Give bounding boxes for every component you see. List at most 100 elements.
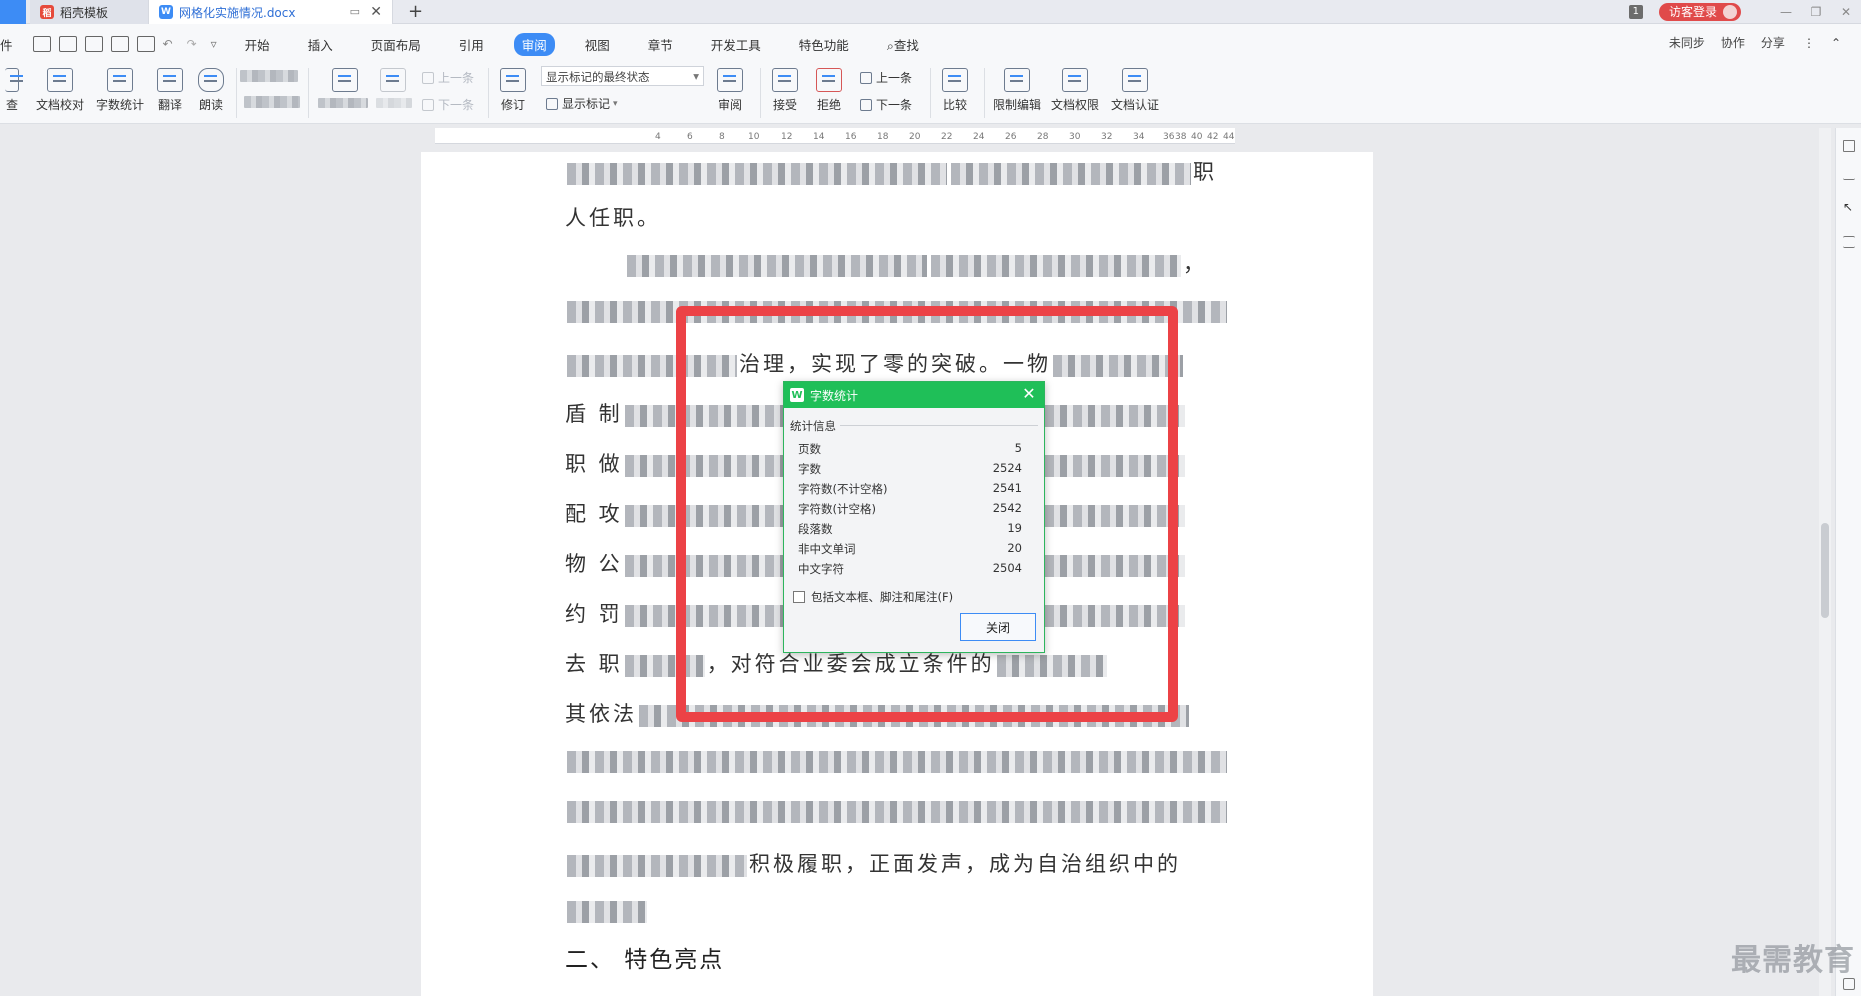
next-change-button[interactable]: 下一条: [860, 96, 912, 113]
pen-icon[interactable]: [1843, 168, 1855, 180]
ruler-tick: 38: [1175, 132, 1187, 142]
docer-icon: 稻: [40, 5, 54, 19]
redo-icon[interactable]: ↷: [187, 37, 197, 51]
button-label: 文档校对: [35, 98, 84, 112]
blurred-control: [376, 98, 412, 108]
ruler-tick: 36: [1163, 132, 1175, 142]
stat-value: 2524: [992, 461, 1022, 475]
share-button[interactable]: 分享: [1761, 34, 1785, 51]
ruler-tick: 4: [655, 132, 661, 142]
text-line: ，: [565, 248, 1207, 278]
reject-icon: [816, 68, 842, 92]
menu-references[interactable]: 引用: [451, 33, 492, 56]
home-tab[interactable]: [0, 0, 26, 24]
menu-file[interactable]: 件: [0, 33, 21, 56]
comment-icon: [332, 68, 358, 92]
menu-developer[interactable]: 开发工具: [703, 33, 769, 56]
next-comment-button[interactable]: 下一条: [422, 96, 474, 113]
scroll-thumb[interactable]: [1821, 523, 1829, 618]
login-button[interactable]: 访客登录: [1658, 3, 1741, 21]
new-comment-button[interactable]: [330, 68, 360, 96]
ruler-tick: 34: [1133, 132, 1145, 142]
tab-docer-templates[interactable]: 稻 稻壳模板: [30, 0, 150, 24]
accept-button[interactable]: 接受: [768, 68, 802, 113]
doc-permission-button[interactable]: 文档权限: [1050, 68, 1100, 113]
track-changes-button[interactable]: 修订: [496, 68, 530, 113]
collaborate-button[interactable]: 协作: [1721, 34, 1745, 51]
dialog-title-bar[interactable]: W 字数统计: [784, 382, 1044, 408]
menu-home[interactable]: 开始: [237, 33, 278, 56]
menu-review[interactable]: 审阅: [513, 32, 555, 56]
button-label: 翻译: [157, 98, 182, 112]
delete-comment-icon: [380, 68, 406, 92]
restrict-edit-button[interactable]: 限制编辑: [992, 68, 1042, 113]
ruler-tick: 40: [1191, 132, 1203, 142]
settings-sliders-icon[interactable]: [1843, 236, 1855, 248]
search-button[interactable]: ⌕查找: [879, 33, 927, 56]
delete-comment-button[interactable]: [380, 68, 406, 96]
text-line: 积极履职，正面发声，成为自治组织中的: [565, 848, 1181, 878]
translate-icon: [157, 68, 183, 92]
menu-section[interactable]: 章节: [640, 33, 681, 56]
read-aloud-button[interactable]: 朗读: [196, 68, 226, 113]
word-count-button[interactable]: 字数统计: [92, 68, 148, 113]
button-label: 限制编辑: [992, 98, 1041, 112]
more-options-icon[interactable]: ⋮: [1803, 36, 1815, 50]
restore-icon[interactable]: ❐: [1801, 5, 1831, 19]
compare-button[interactable]: 比较: [938, 68, 972, 113]
text-fragment: 去 职: [565, 652, 623, 676]
minimize-icon[interactable]: —: [1771, 5, 1801, 19]
prev-comment-button[interactable]: 上一条: [422, 69, 474, 86]
menu-view[interactable]: 视图: [577, 33, 618, 56]
panel-toggle-icon[interactable]: [1843, 140, 1855, 152]
grid-icon[interactable]: [1843, 978, 1855, 990]
next-icon: [860, 98, 872, 111]
close-window-icon[interactable]: ✕: [1831, 5, 1861, 19]
tab-document[interactable]: W 网格化实施情况.docx ▭ ✕: [148, 0, 393, 24]
stat-label: 字数: [798, 462, 821, 476]
word-count-icon: [107, 68, 133, 92]
close-icon[interactable]: ✕: [1020, 385, 1038, 403]
markup-display-select[interactable]: 显示标记的最终状态 ▾: [541, 66, 704, 86]
format-painter-icon[interactable]: [84, 36, 103, 52]
print-preview-icon[interactable]: [136, 36, 155, 52]
prev-icon: [422, 71, 434, 84]
title-bar: 稻 稻壳模板 W 网格化实施情况.docx ▭ ✕ + 1 访客登录 — ❐ ✕: [0, 0, 1861, 24]
close-button[interactable]: 关闭: [960, 613, 1036, 641]
new-tab-button[interactable]: +: [408, 1, 423, 22]
show-markup-button[interactable]: 显示标记 ▾: [546, 95, 618, 112]
undo-icon[interactable]: ↶: [163, 37, 173, 51]
print-icon[interactable]: [110, 36, 129, 52]
proofread-button[interactable]: 文档校对: [34, 68, 86, 113]
ribbon-divider: [984, 68, 985, 118]
menu-page-layout[interactable]: 页面布局: [363, 33, 429, 56]
save-icon[interactable]: [58, 36, 77, 52]
ruler-tick: 42: [1207, 132, 1219, 142]
show-markup-icon: [546, 97, 558, 110]
stat-row: 字数 2524: [798, 461, 1022, 481]
vertical-scrollbar[interactable]: [1819, 128, 1831, 996]
reject-button[interactable]: 拒绝: [812, 68, 846, 113]
monitor-icon[interactable]: ▭: [350, 5, 360, 18]
doc-cert-button[interactable]: 文档认证: [1110, 68, 1160, 113]
menu-special[interactable]: 特色功能: [791, 33, 857, 56]
title-right-group: 1 访客登录 — ❐ ✕: [1628, 0, 1861, 24]
more-commands-icon[interactable]: ▿: [211, 37, 217, 51]
close-tab-icon[interactable]: ✕: [370, 4, 382, 20]
sync-status[interactable]: 未同步: [1669, 34, 1705, 51]
review-pane-button[interactable]: 审阅: [712, 68, 748, 113]
collapse-ribbon-icon[interactable]: ⌃: [1831, 36, 1841, 50]
menu-insert[interactable]: 插入: [300, 33, 341, 56]
text-fragment: ，: [1183, 252, 1207, 276]
window-count-badge[interactable]: 1: [1628, 5, 1643, 19]
open-folder-icon[interactable]: [32, 36, 51, 52]
prev-change-button[interactable]: 上一条: [860, 69, 912, 86]
checkbox-box[interactable]: [793, 591, 805, 603]
include-textbox-checkbox[interactable]: 包括文本框、脚注和尾注(F): [793, 589, 953, 605]
horizontal-ruler[interactable]: 4 6 8 10 12 14 16 18 20 22 24 26 28 30 3…: [435, 128, 1235, 144]
translate-button[interactable]: 翻译: [152, 68, 188, 113]
ribbon-divider: [930, 68, 931, 118]
chevron-down-icon: ▾: [693, 69, 699, 83]
cursor-icon[interactable]: ↖: [1843, 200, 1855, 214]
spell-check-button[interactable]: 查: [0, 68, 24, 113]
